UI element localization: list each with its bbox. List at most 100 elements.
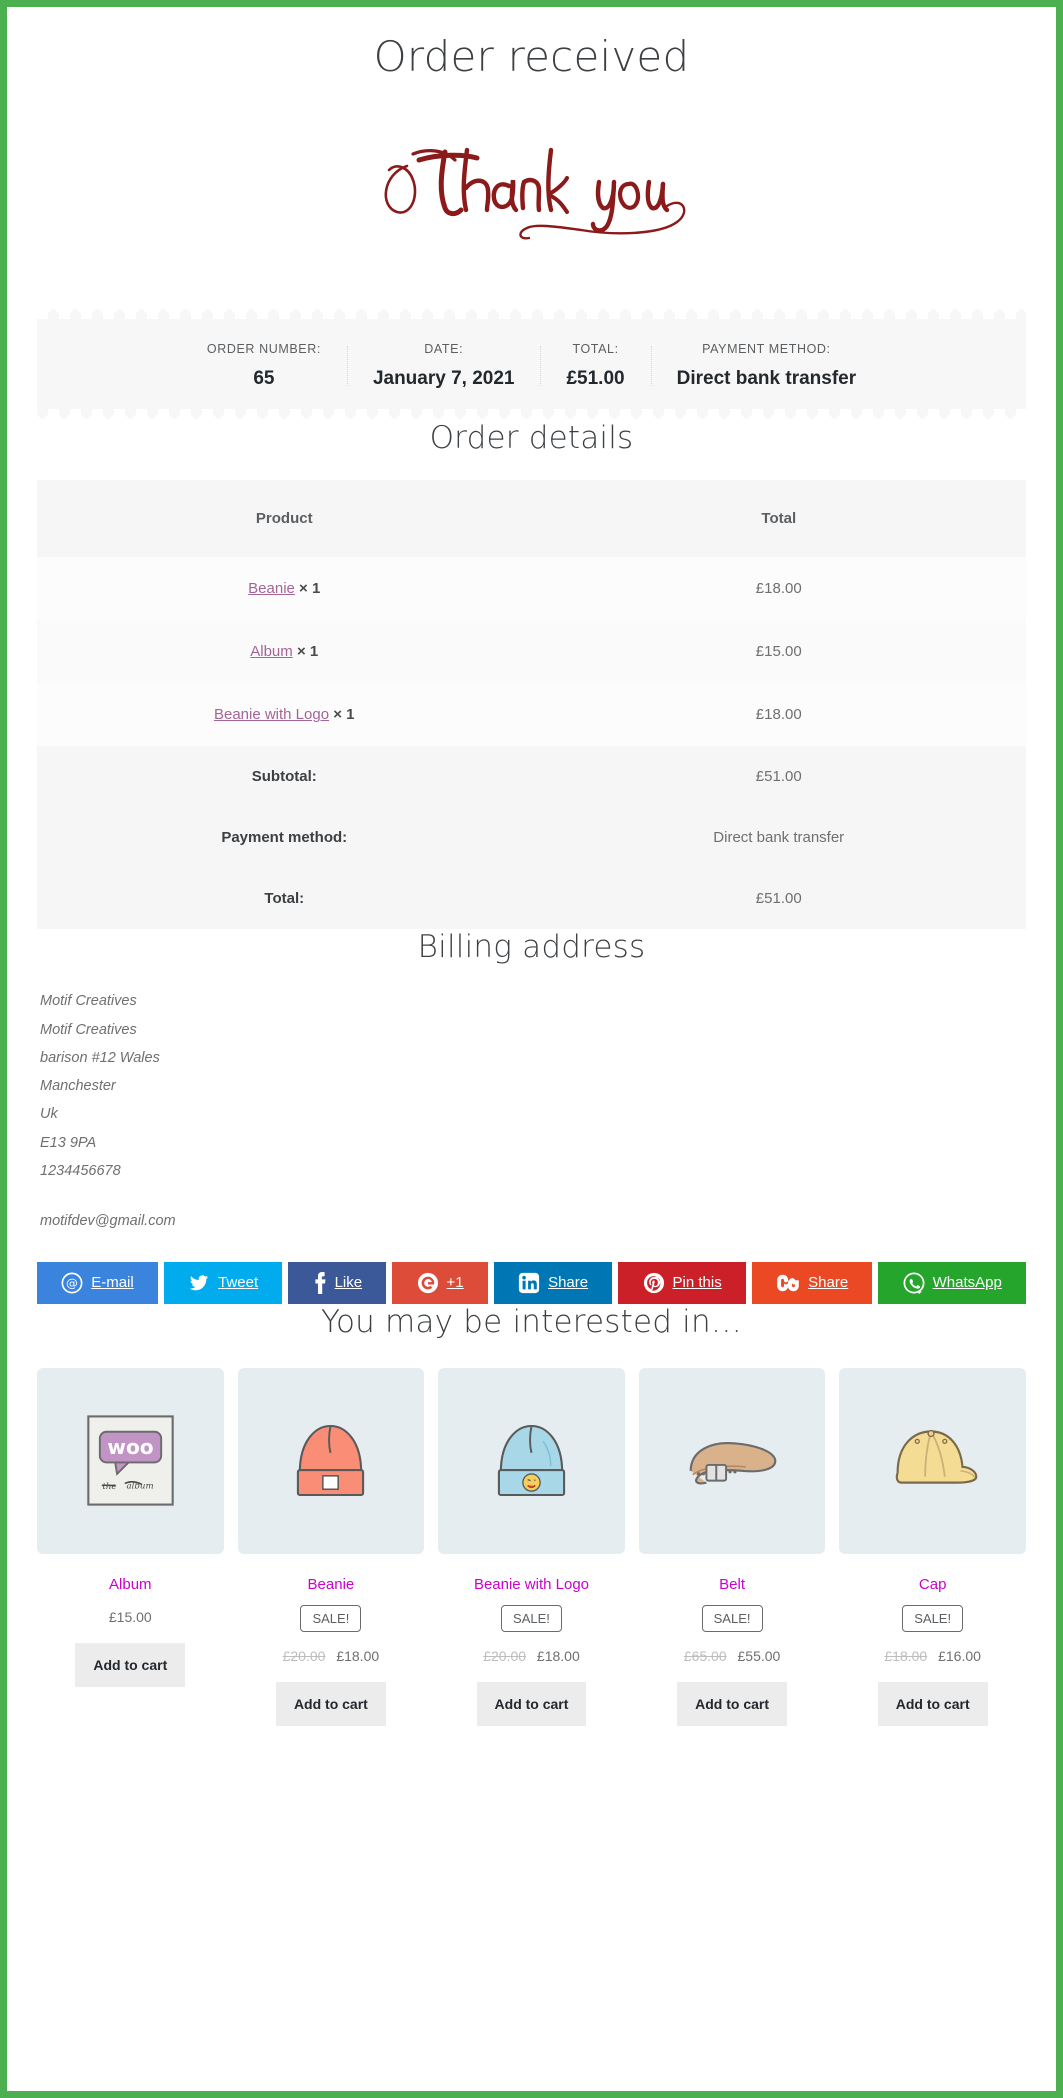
share-button-email[interactable]: @ E-mail xyxy=(37,1261,158,1304)
share-label: Share xyxy=(808,1274,849,1292)
share-label: Pin this xyxy=(672,1274,722,1292)
order-number-label: ORDER NUMBER: xyxy=(206,342,321,357)
share-button-stumbleupon[interactable]: Share xyxy=(751,1261,873,1304)
beanie-with-logo-thumb[interactable] xyxy=(438,1367,625,1555)
share-label: WhatsApp xyxy=(932,1274,1002,1292)
svg-text:album: album xyxy=(126,1482,153,1492)
billing-line: Motif Creatives xyxy=(40,993,137,1010)
product-price-current: £18.00 xyxy=(336,1648,380,1665)
product-price: £65.00 £55.00 xyxy=(684,1648,781,1664)
order-item-total: £15.00 xyxy=(531,620,1026,684)
order-item-qty: × 1 xyxy=(296,643,319,661)
order-details-table: Product Total Beanie × 1 £18.00 Album × … xyxy=(37,480,1026,930)
share-button-linkedin[interactable]: Share xyxy=(493,1261,613,1304)
product-name-link[interactable]: Cap xyxy=(919,1576,947,1593)
share-button-twitter[interactable]: Tweet xyxy=(163,1261,283,1304)
share-label: Like xyxy=(334,1274,363,1292)
product-price: £18.00 £16.00 xyxy=(884,1648,981,1664)
payment-method-cell: PAYMENT METHOD: Direct bank transfer xyxy=(650,342,883,390)
order-item-product-cell: Beanie with Logo × 1 xyxy=(37,683,532,747)
order-total-value: £51.00 xyxy=(566,368,625,390)
order-item-qty: × 1 xyxy=(299,580,321,598)
billing-address-heading: Billing address xyxy=(417,929,646,966)
svg-text:@: @ xyxy=(66,1276,78,1290)
stumbleupon-icon xyxy=(776,1274,800,1292)
add-to-cart-button[interactable]: Add to cart xyxy=(677,1682,788,1727)
payment-method-row: Payment method: Direct bank transfer xyxy=(37,807,1026,869)
order-item-total: £18.00 xyxy=(531,683,1026,747)
product-price-original: £18.00 xyxy=(884,1648,928,1665)
thank-you-graphic xyxy=(37,130,1026,240)
share-label: E-mail xyxy=(91,1274,134,1292)
product-name-link[interactable]: Belt xyxy=(719,1576,745,1593)
add-to-cart-button[interactable]: Add to cart xyxy=(75,1643,186,1688)
order-item-link[interactable]: Album xyxy=(250,643,293,660)
column-header-total: Total xyxy=(531,480,1026,558)
cap-thumb[interactable] xyxy=(839,1367,1026,1555)
table-row: Beanie × 1 £18.00 xyxy=(37,557,1026,621)
email-icon: @ xyxy=(61,1272,83,1294)
product-price-original: £20.00 xyxy=(282,1648,326,1665)
share-label: +1 xyxy=(446,1274,464,1292)
sale-badge: SALE! xyxy=(701,1605,763,1633)
page-title: Order received xyxy=(373,32,690,81)
total-label: Total: xyxy=(37,868,532,930)
sale-badge: SALE! xyxy=(300,1605,362,1633)
order-date-value: January 7, 2021 xyxy=(372,368,515,390)
add-to-cart-button[interactable]: Add to cart xyxy=(877,1682,988,1727)
related-products-grid: woo the album Album £15.00 Add to cart B… xyxy=(37,1367,1026,1727)
page-frame: Order received ORDER NUMBER: 65 DATE: Ja… xyxy=(0,0,1063,2098)
share-label: Tweet xyxy=(218,1274,259,1292)
subtotal-value: £51.00 xyxy=(531,746,1026,808)
add-to-cart-button[interactable]: Add to cart xyxy=(476,1682,587,1727)
billing-email: motifdev@gmail.com xyxy=(40,1213,176,1230)
billing-line: 1234456678 xyxy=(40,1162,121,1179)
product-card: Beanie with Logo SALE! £20.00 £18.00 Add… xyxy=(438,1367,625,1727)
add-to-cart-button[interactable]: Add to cart xyxy=(275,1682,386,1727)
order-number-value: 65 xyxy=(253,368,275,390)
order-number-cell: ORDER NUMBER: 65 xyxy=(181,342,347,390)
album-thumb[interactable]: woo the album xyxy=(37,1367,224,1555)
order-item-link[interactable]: Beanie with Logo xyxy=(214,706,329,723)
product-name-link[interactable]: Beanie with Logo xyxy=(474,1576,589,1593)
product-price-original: £20.00 xyxy=(483,1648,527,1665)
google-plus-icon xyxy=(417,1272,439,1294)
order-overview-row: ORDER NUMBER: 65 DATE: January 7, 2021 T… xyxy=(37,342,1026,390)
product-card: Belt SALE! £65.00 £55.00 Add to cart xyxy=(638,1367,826,1727)
share-button-facebook[interactable]: Like xyxy=(288,1261,387,1304)
subtotal-label: Subtotal: xyxy=(37,746,532,808)
product-price-current: £55.00 xyxy=(737,1648,781,1665)
product-price-current: £15.00 xyxy=(108,1609,152,1626)
order-table-header-row: Product Total xyxy=(37,480,1026,558)
order-total-label: TOTAL: xyxy=(572,342,619,357)
order-table-foot: Subtotal: £51.00 Payment method: Direct … xyxy=(37,746,1026,930)
product-price-original: £65.00 xyxy=(683,1648,727,1665)
product-name-link[interactable]: Beanie xyxy=(308,1576,355,1593)
order-item-product-cell: Beanie × 1 xyxy=(37,557,532,621)
share-label: Share xyxy=(548,1274,589,1292)
page-content: Order received ORDER NUMBER: 65 DATE: Ja… xyxy=(7,32,1056,1760)
total-row: Total: £51.00 xyxy=(37,868,1026,930)
beanie-thumb[interactable] xyxy=(237,1367,425,1555)
share-button-google-plus[interactable]: +1 xyxy=(392,1261,488,1304)
twitter-icon xyxy=(188,1273,210,1293)
pinterest-icon xyxy=(643,1272,665,1294)
billing-line: Uk xyxy=(40,1106,58,1123)
facebook-icon xyxy=(313,1271,327,1294)
product-price-current: £16.00 xyxy=(938,1648,981,1665)
order-item-product-cell: Album × 1 xyxy=(37,620,532,684)
product-price: £20.00 £18.00 xyxy=(483,1648,580,1664)
order-table-body: Beanie × 1 £18.00 Album × 1 £15.00 Beani… xyxy=(37,557,1026,747)
bottom-spacer xyxy=(37,1726,1026,1760)
table-row: Beanie with Logo × 1 £18.00 xyxy=(37,683,1026,747)
order-table-head: Product Total xyxy=(37,480,1026,558)
share-button-pinterest[interactable]: Pin this xyxy=(618,1261,746,1304)
share-button-whatsapp[interactable]: WhatsApp xyxy=(878,1261,1027,1304)
payment-method-label: PAYMENT METHOD: xyxy=(702,342,831,357)
product-name-link[interactable]: Album xyxy=(109,1576,152,1593)
belt-thumb[interactable] xyxy=(638,1367,826,1555)
order-item-link[interactable]: Beanie xyxy=(248,580,295,597)
total-value: £51.00 xyxy=(531,868,1026,930)
svg-text:woo: woo xyxy=(107,1435,153,1459)
social-share-bar: @ E-mail Tweet Like +1 Share Pin this Sh… xyxy=(37,1261,1027,1304)
